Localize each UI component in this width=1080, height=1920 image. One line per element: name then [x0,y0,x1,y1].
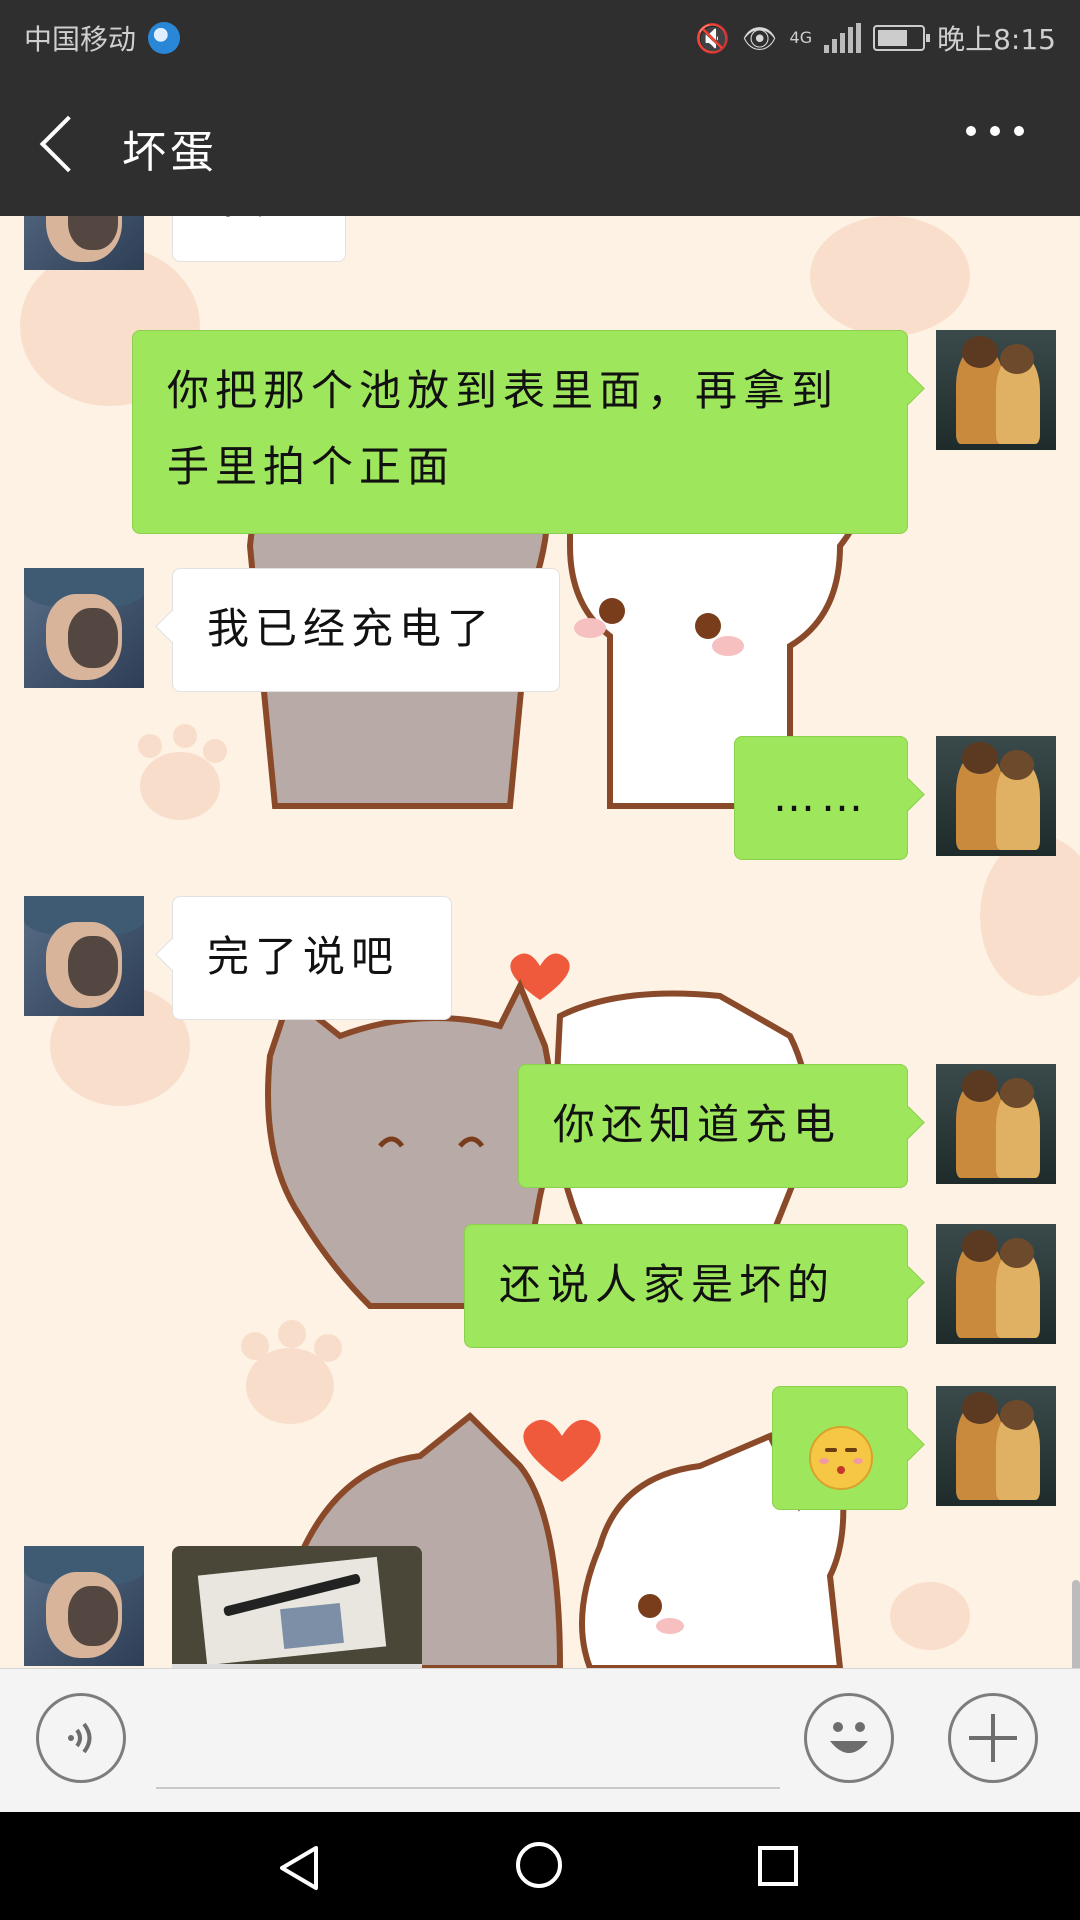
nav-recent-apps-icon[interactable] [758,1846,798,1886]
photo-message-thumbnail[interactable] [172,1546,422,1668]
message-text: 你把那个池放到表里面，再拿到手里拍个正面 [167,366,840,491]
message-bubble-incoming[interactable]: 不亮 [172,216,346,262]
my-avatar[interactable] [936,330,1056,450]
contact-avatar[interactable] [24,568,144,688]
status-bar: 中国移动 🔇 👁 4G 晚上8:15 [0,0,1080,76]
contact-avatar[interactable] [24,896,144,1016]
emoji-button[interactable] [804,1693,894,1783]
message-bubble-incoming[interactable]: 我已经充电了 [172,568,560,692]
message-text-input[interactable] [156,1787,780,1789]
status-right: 🔇 👁 4G 晚上8:15 [695,18,1056,58]
message-bubble-incoming[interactable]: 完了说吧 [172,896,452,1020]
chat-header: 坏蛋 [0,76,1080,216]
message-bubble-outgoing[interactable]: 还说人家是坏的 [464,1224,908,1348]
message-text: 你还知道充电 [553,1100,842,1149]
emoji-icon [830,1722,868,1753]
signal-icon [824,23,862,53]
more-options-icon[interactable] [966,126,1024,136]
carrier-badge-icon [148,22,181,54]
input-bar [0,1668,1080,1813]
network-type: 4G [789,28,813,47]
message-bubble-outgoing[interactable]: …… [734,736,908,860]
status-left: 中国移动 [24,18,181,58]
message-bubble-outgoing[interactable]: 你把那个池放到表里面，再拿到手里拍个正面 [132,330,908,534]
plus-icon [969,1714,1017,1762]
status-time: 晚上8:15 [937,23,1056,56]
nav-home-icon[interactable] [516,1842,562,1888]
back-arrow-icon[interactable] [39,115,97,173]
my-avatar[interactable] [936,1064,1056,1184]
battery-icon [873,25,931,51]
message-text: …… [773,772,869,821]
contact-avatar[interactable] [24,1546,144,1666]
blushing-kiss-emoji-icon [809,1425,873,1490]
message-text: 完了说吧 [207,932,400,981]
eye-icon: 👁 [741,21,778,55]
message-bubble-outgoing[interactable]: 你还知道充电 [518,1064,908,1188]
mute-icon: 🔇 [695,21,730,55]
my-avatar[interactable] [936,1386,1056,1506]
more-functions-button[interactable] [948,1693,1038,1783]
nav-back-icon[interactable] [276,1844,324,1892]
chat-scrollbar[interactable] [1072,1580,1080,1668]
message-text: 不亮 [207,216,303,223]
system-navigation-bar [0,1812,1080,1920]
message-bubble-outgoing[interactable] [772,1386,908,1510]
voice-input-button[interactable] [36,1693,126,1783]
my-avatar[interactable] [936,1224,1056,1344]
my-avatar[interactable] [936,736,1056,856]
contact-avatar[interactable] [24,216,144,270]
chat-title: 坏蛋 [122,127,218,178]
voice-icon [68,1722,92,1754]
message-text: 我已经充电了 [207,604,496,653]
carrier-name: 中国移动 [24,23,137,56]
message-text: 还说人家是坏的 [499,1260,836,1309]
chat-area[interactable]: 不亮 你把那个池放到表里面，再拿到手里拍个正面 我已经充电了 …… 完了说吧 你… [0,216,1080,1668]
